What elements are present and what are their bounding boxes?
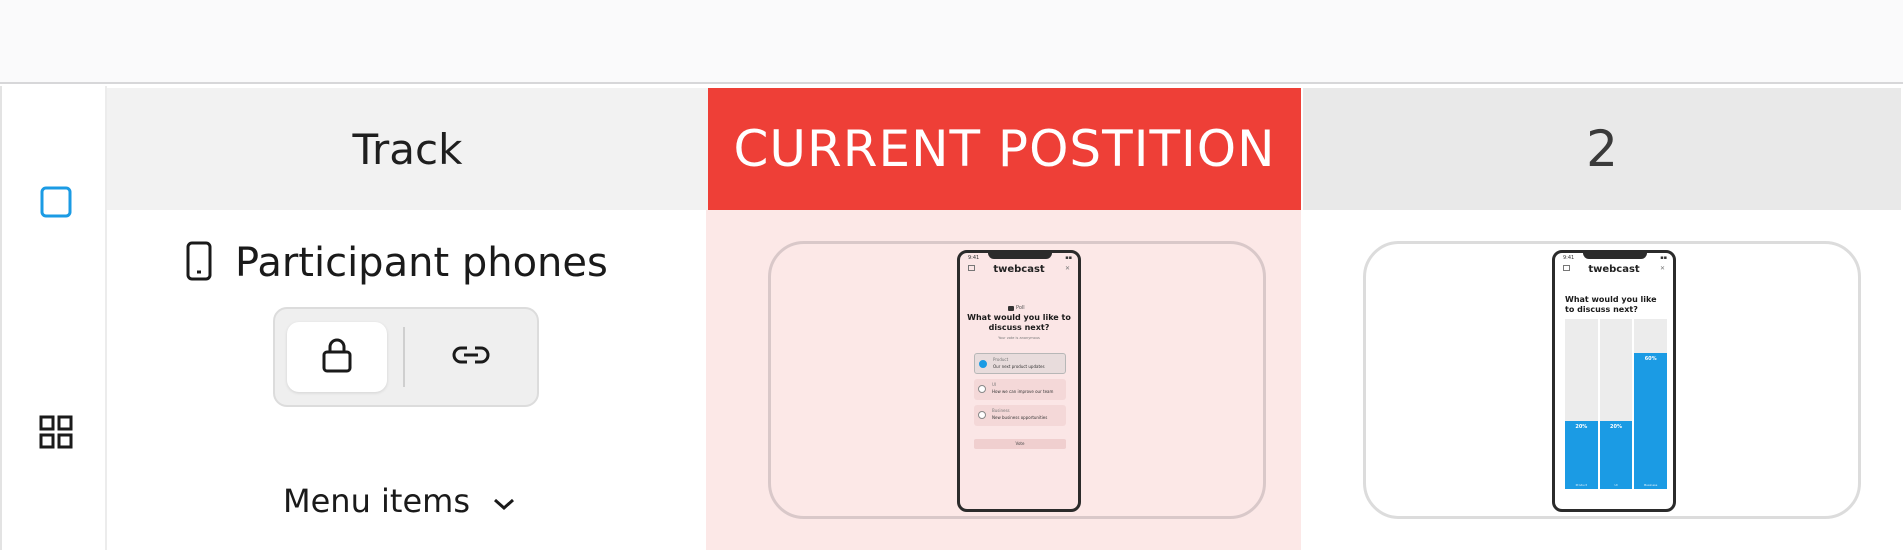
slide-2-card[interactable]: 9:41 ▪▪ twebcast ✕ What would you like t… <box>1363 241 1861 519</box>
phone-notch <box>988 253 1052 259</box>
brand-logo: twebcast <box>1588 264 1640 275</box>
participant-phones-label: Participant phones <box>235 240 608 286</box>
phone-notch <box>1583 253 1647 259</box>
status-time: 9:41 <box>1563 255 1575 261</box>
result-bar-track: 60% Business <box>1634 319 1668 489</box>
current-slide-card[interactable]: 9:41 ▪▪ twebcast ✕ Poll What would you l… <box>768 241 1266 519</box>
phone-preview-results: 9:41 ▪▪ twebcast ✕ What would you like t… <box>1552 250 1676 512</box>
status-time: 9:41 <box>968 255 980 261</box>
poll-question: What would you like to discuss next? <box>967 313 1071 332</box>
result-category: Business <box>1644 483 1658 487</box>
close-icon: ✕ <box>1659 265 1665 272</box>
result-bar: 20% Product <box>1565 421 1598 489</box>
participant-phones-row: Participant phones <box>185 240 608 286</box>
status-icons: ▪▪ <box>1065 255 1072 261</box>
close-icon: ✕ <box>1064 265 1070 272</box>
radio-icon <box>978 411 986 419</box>
option-text: Our next product updates <box>993 364 1045 369</box>
results-question: What would you like to discuss next? <box>1565 295 1657 314</box>
link-icon <box>451 343 491 371</box>
option-text: How we can improve our team <box>992 389 1054 394</box>
poll-option: UI How we can improve our team <box>974 379 1066 400</box>
menu-items-dropdown[interactable]: Menu items <box>283 482 516 520</box>
phone-preview-current: 9:41 ▪▪ twebcast ✕ Poll What would you l… <box>957 250 1081 512</box>
poll-subtitle: Your vote is anonymous <box>998 336 1040 340</box>
brand-logo: twebcast <box>993 264 1045 275</box>
slide-2-header: 2 <box>1301 88 1901 210</box>
track-participant-cell: Participant phones Menu items <box>107 210 708 550</box>
result-bar-track: 20% UI <box>1599 319 1633 489</box>
option-text: New business opportunities <box>992 415 1048 420</box>
current-position-header: CURRENT POSTITION <box>708 88 1301 210</box>
result-category: UI <box>1614 483 1618 487</box>
slide-2-cell: 9:41 ▪▪ twebcast ✕ What would you like t… <box>1301 210 1903 550</box>
option-key: Product <box>993 357 1009 362</box>
chevron-down-icon <box>492 482 516 520</box>
poll-option: Product Our next product updates <box>974 353 1066 374</box>
result-percent: 60% <box>1644 356 1657 362</box>
radio-icon <box>979 360 987 368</box>
grid-icon[interactable] <box>36 412 76 452</box>
top-toolbar <box>0 0 1903 84</box>
square-outline-icon[interactable] <box>36 182 76 222</box>
track-header: Track <box>107 88 708 210</box>
poll-option: Business New business opportunities <box>974 405 1066 426</box>
current-position-cell: 9:41 ▪▪ twebcast ✕ Poll What would you l… <box>706 210 1301 550</box>
results-bars: 20% Product 20% UI 60% Business <box>1565 319 1668 489</box>
lock-button[interactable] <box>287 322 387 392</box>
lock-icon <box>320 336 354 378</box>
result-bar: 60% Business <box>1634 353 1668 489</box>
poll-tag-label: Poll <box>1016 305 1025 311</box>
lock-link-toggle <box>273 307 539 407</box>
option-key: UI <box>992 382 997 387</box>
result-percent: 20% <box>1610 424 1622 430</box>
mobile-phone-icon <box>185 241 213 285</box>
left-rail <box>0 86 107 550</box>
link-button[interactable] <box>421 322 521 392</box>
result-percent: 20% <box>1575 424 1588 430</box>
poll-icon <box>1008 305 1014 311</box>
menu-items-label: Menu items <box>283 482 470 520</box>
result-bar-track: 20% Product <box>1565 319 1598 489</box>
toggle-divider <box>403 327 405 387</box>
option-key: Business <box>992 408 1010 413</box>
status-icons: ▪▪ <box>1660 255 1667 261</box>
vote-button: Vote <box>974 439 1066 449</box>
radio-icon <box>978 385 986 393</box>
poll-tag: Poll <box>1008 305 1025 311</box>
result-bar: 20% UI <box>1599 421 1633 489</box>
result-category: Product <box>1575 483 1588 487</box>
